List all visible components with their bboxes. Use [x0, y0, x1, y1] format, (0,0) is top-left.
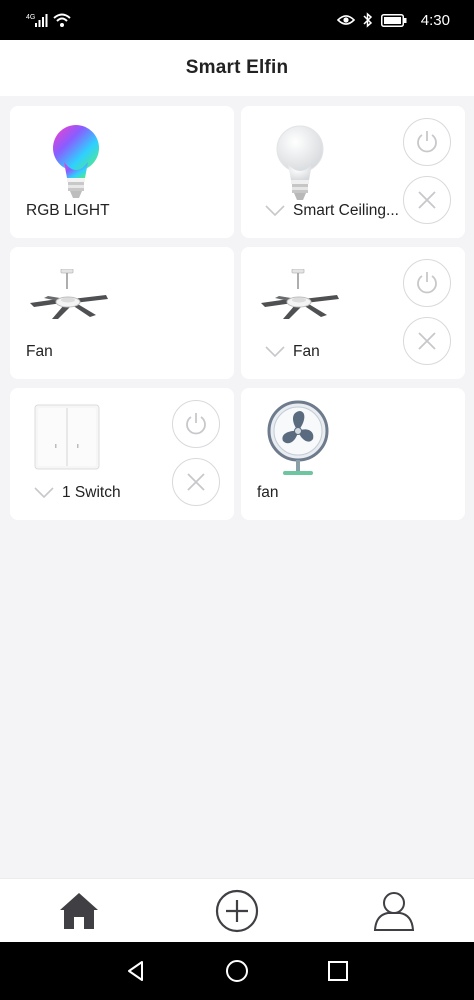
nav-add-device[interactable] — [213, 887, 261, 935]
eye-comfort-icon — [336, 15, 355, 25]
device-name-row: Smart Ceiling... — [265, 202, 399, 220]
app-header: Smart Elfin — [0, 40, 474, 96]
clock: 4:30 — [420, 11, 450, 29]
page-title: Smart Elfin — [185, 57, 289, 78]
power-icon — [417, 131, 437, 153]
close-icon — [418, 332, 436, 350]
bluetooth-icon — [363, 12, 372, 28]
device-name-row: RGB LIGHT — [26, 202, 110, 220]
chevron-down-icon[interactable] — [265, 205, 285, 217]
remove-button[interactable] — [172, 458, 220, 506]
power-button[interactable] — [172, 400, 220, 448]
device-name-row: Fan — [265, 343, 320, 361]
status-right: 4:30 — [336, 9, 450, 31]
ceiling-fan-icon — [261, 269, 339, 319]
device-card-1-switch[interactable]: 1 Switch — [10, 388, 234, 520]
wall-switch-icon — [34, 404, 100, 470]
device-card-rgb-light[interactable]: RGB LIGHT — [10, 106, 234, 238]
device-card-fan-2[interactable]: Fan — [241, 247, 465, 379]
cellular-signal-icon: 4G — [26, 13, 71, 27]
device-card-smart-ceiling[interactable]: Smart Ceiling... — [241, 106, 465, 238]
nav-profile[interactable] — [370, 887, 418, 935]
device-name: Fan — [293, 343, 320, 360]
network-type: 4G — [26, 14, 35, 21]
battery-icon — [380, 13, 407, 27]
device-name-row: fan — [257, 484, 279, 502]
close-icon — [418, 191, 436, 209]
device-name-row: 1 Switch — [34, 484, 121, 502]
power-button[interactable] — [403, 118, 451, 166]
remove-button[interactable] — [403, 176, 451, 224]
device-card-desk-fan[interactable]: fan — [241, 388, 465, 520]
chevron-down-icon[interactable] — [265, 346, 285, 358]
status-bar: 4G 4:30 — [0, 0, 474, 40]
back-icon[interactable] — [124, 959, 148, 983]
add-icon — [215, 889, 259, 933]
device-name: Fan — [26, 343, 53, 360]
bottom-nav — [0, 878, 474, 942]
device-name: Smart Ceiling... — [293, 202, 399, 219]
power-icon — [186, 413, 206, 435]
device-name: fan — [257, 484, 279, 501]
close-icon — [187, 473, 205, 491]
profile-icon — [373, 892, 415, 931]
power-icon — [417, 272, 437, 294]
white-bulb-icon — [276, 125, 324, 200]
device-card-fan-1[interactable]: Fan — [10, 247, 234, 379]
power-button[interactable] — [403, 259, 451, 307]
desk-fan-icon — [267, 400, 329, 475]
device-name-row: Fan — [26, 343, 53, 361]
chevron-down-icon[interactable] — [34, 487, 54, 499]
home-icon — [60, 893, 98, 929]
recents-icon[interactable] — [326, 959, 350, 983]
home-circle-icon[interactable] — [225, 959, 249, 983]
rgb-bulb-icon — [53, 125, 99, 198]
device-name: RGB LIGHT — [26, 202, 110, 219]
nav-home[interactable] — [55, 887, 103, 935]
device-name: 1 Switch — [62, 484, 121, 501]
remove-button[interactable] — [403, 317, 451, 365]
system-nav-bar — [0, 942, 474, 1000]
ceiling-fan-icon — [30, 269, 108, 319]
